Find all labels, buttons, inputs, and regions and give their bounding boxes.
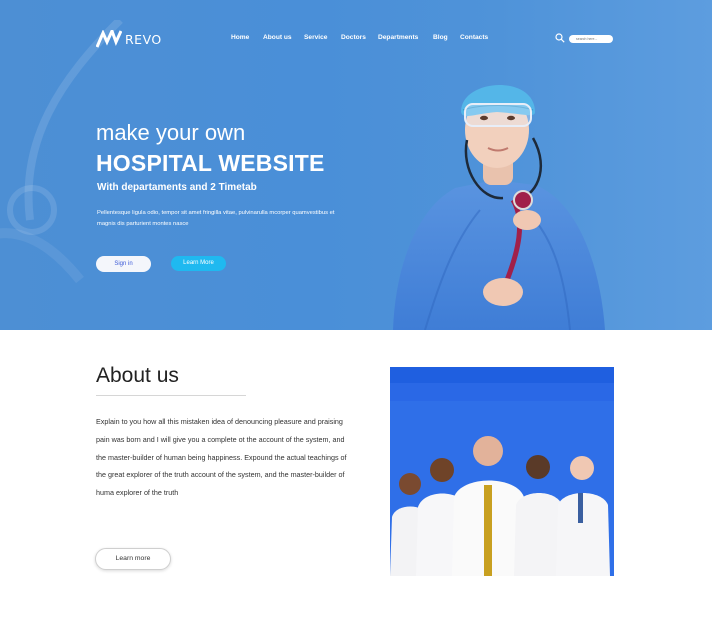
logo[interactable]: REVO <box>96 30 162 48</box>
search-icon[interactable] <box>555 33 565 43</box>
hero-subheading: With departaments and 2 Timetab <box>97 182 257 193</box>
learn-more-about-button[interactable]: Learn more <box>95 548 171 570</box>
nav-item-departments[interactable]: Departments <box>378 34 418 41</box>
search-input[interactable] <box>569 35 613 43</box>
logo-mark-icon <box>96 30 122 48</box>
hero-section: REVO Home About us Service Doctors Depar… <box>0 0 712 330</box>
nav-item-blog[interactable]: Blog <box>433 34 448 41</box>
hero-description: Pellentesque ligula odio, tempor sit ame… <box>97 210 335 227</box>
logo-text: REVO <box>125 31 162 47</box>
about-description: Explain to you how all this mistaken ide… <box>96 417 347 498</box>
nav-item-contacts[interactable]: Contacts <box>460 34 488 41</box>
about-title-divider <box>96 395 246 396</box>
nav-item-service[interactable]: Service <box>304 34 327 41</box>
nav-item-home[interactable]: Home <box>231 34 249 41</box>
learn-more-button[interactable]: Learn More <box>171 256 226 271</box>
hero-heading-line2: HOSPITAL WEBSITE <box>96 150 325 176</box>
nav-item-doctors[interactable]: Doctors <box>341 34 366 41</box>
medical-team-photo <box>390 367 614 576</box>
nav-item-about-us[interactable]: About us <box>263 34 292 41</box>
about-title: About us <box>96 364 179 387</box>
sign-in-button[interactable]: Sign in <box>96 256 151 272</box>
nurse-photo <box>393 84 605 330</box>
hero-heading-line1: make your own <box>96 120 246 145</box>
